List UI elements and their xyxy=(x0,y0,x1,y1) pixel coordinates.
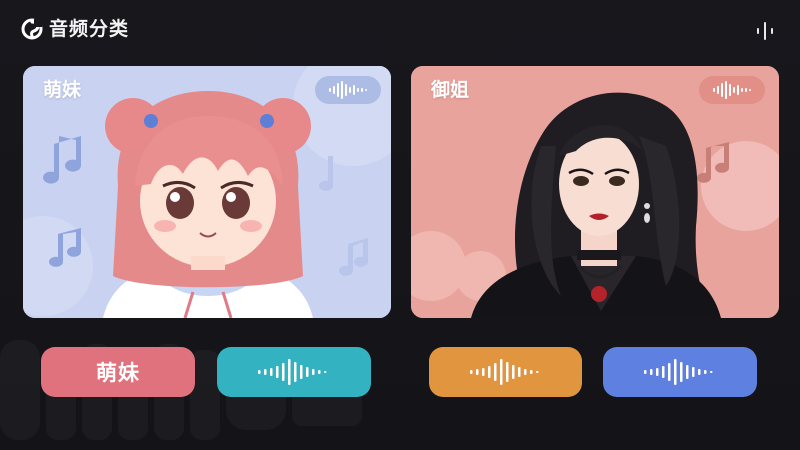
vertical-wave-menu-icon[interactable] xyxy=(752,19,778,43)
sound-wave-icon xyxy=(329,81,367,99)
sound-wave-icon xyxy=(713,81,751,99)
sound-wave-icon xyxy=(469,359,538,385)
card-label: 萌妹 xyxy=(43,79,82,101)
app-root: 音频分类 萌妹 御姐 萌妹 xyxy=(0,0,800,450)
page-title: 音频分类 xyxy=(49,18,130,40)
header: 音频分类 xyxy=(0,0,800,58)
sound-wave-icon[interactable] xyxy=(315,76,381,104)
play-audio-button[interactable] xyxy=(603,347,757,397)
sound-wave-icon xyxy=(258,359,327,385)
sound-wave-icon[interactable] xyxy=(699,76,765,104)
play-audio-button[interactable] xyxy=(429,347,582,397)
app-logo-icon xyxy=(21,18,43,40)
cute-girl-category-button[interactable]: 萌妹 xyxy=(41,347,195,397)
play-audio-button[interactable] xyxy=(217,347,371,397)
button-label: 萌妹 xyxy=(96,361,140,385)
card-label: 御姐 xyxy=(431,79,470,101)
card-cute-girl[interactable]: 萌妹 xyxy=(23,66,391,318)
sound-wave-icon xyxy=(644,359,713,385)
card-mature-woman[interactable]: 御姐 xyxy=(411,66,779,318)
